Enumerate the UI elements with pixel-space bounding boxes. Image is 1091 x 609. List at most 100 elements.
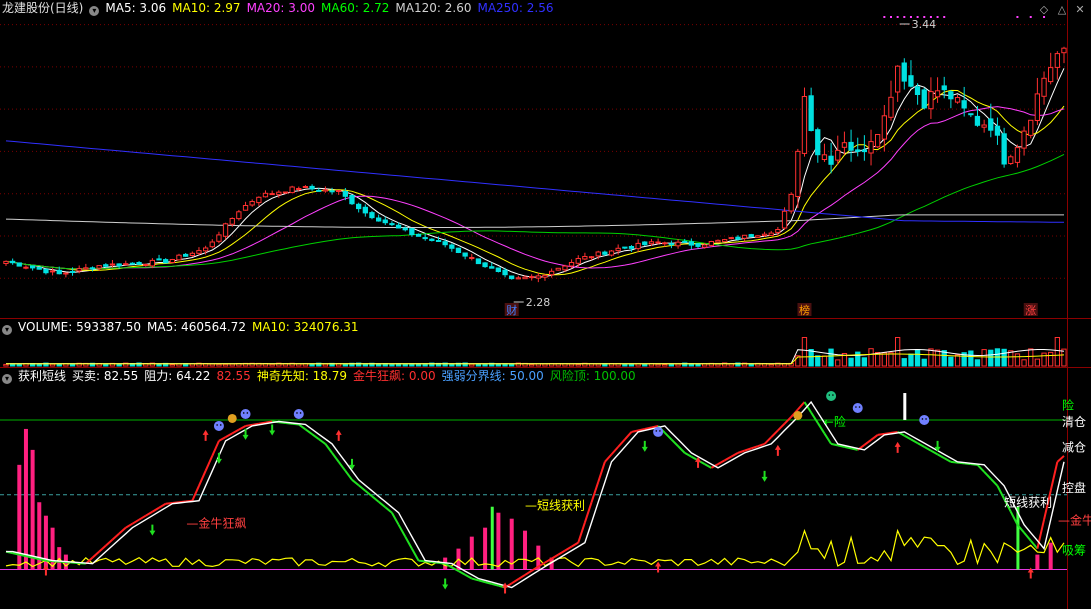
- volume-legend-item: MA10: 324076.31: [251, 320, 359, 334]
- jinniu-right-label: —金牛: [1058, 513, 1091, 528]
- candle-body: [808, 95, 814, 132]
- diamond-icon[interactable]: ◇: [1037, 4, 1051, 16]
- candle-body: [209, 241, 215, 248]
- close-icon[interactable]: ✕: [1073, 4, 1087, 16]
- candle-body: [256, 196, 262, 204]
- candle-body: [1054, 53, 1060, 68]
- face-icon: [826, 391, 837, 402]
- candle-body: [1034, 93, 1040, 122]
- reduce-position-label: 减仓: [1062, 440, 1086, 454]
- stock-chart[interactable]: 3.44 2.28 财 榜 涨 —金牛狂飙 —短线获利 短线获利 —金牛 险 ←险 清仓减仓控盘吸筹: [0, 0, 1091, 609]
- volume-legend: VOLUME: 593387.50 MA5: 460564.72 MA10: 324…: [18, 320, 365, 334]
- candle-body: [568, 262, 575, 267]
- candle-body: [934, 90, 941, 98]
- candle-body: [455, 247, 462, 253]
- volume-bar: [269, 363, 275, 367]
- candle-body: [422, 237, 428, 240]
- indicator-legend-item: 82.55: [216, 369, 251, 383]
- candle-body: [489, 266, 495, 269]
- indicator-bar: [1048, 542, 1053, 570]
- candle-body: [229, 218, 235, 225]
- ma-legend-item: MA60: 2.72: [321, 1, 390, 15]
- candle-body: [316, 189, 322, 192]
- volume-bar: [169, 364, 175, 367]
- volume-bar: [821, 355, 828, 367]
- candle-body: [555, 267, 561, 271]
- face-eye: [828, 394, 831, 396]
- indicator-panel-header: ▾ 获利短线 买卖: 82.55 阻力: 64.22 82.55 神奇先知: 18.79 金…: [2, 368, 648, 384]
- candle-body: [23, 266, 29, 269]
- volume-bar: [1048, 351, 1054, 367]
- indicator-bar: [50, 527, 55, 570]
- candle-body: [728, 237, 734, 240]
- volume-bar: [3, 363, 9, 367]
- volume-bar: [1041, 352, 1047, 367]
- up-arrow-icon[interactable]: △: [1055, 4, 1069, 16]
- volume-bar: [881, 352, 888, 367]
- accumulate-label: 吸筹: [1062, 544, 1086, 558]
- volume-bar: [828, 348, 834, 367]
- candle-body: [668, 243, 675, 246]
- risk-mid-label: ←险: [824, 414, 846, 429]
- settings-circle-icon[interactable]: ▾: [89, 6, 100, 16]
- event-dot: [943, 16, 946, 18]
- candle-body: [1001, 133, 1007, 165]
- volume-bar: [868, 348, 874, 367]
- candle-body: [515, 277, 522, 280]
- volume-bar: [1014, 353, 1021, 367]
- candle-body: [682, 240, 688, 243]
- indicator-bar: [496, 512, 501, 570]
- candle-body: [36, 266, 42, 270]
- candle-body: [449, 244, 455, 249]
- candle-body: [948, 91, 954, 100]
- candle-body: [974, 115, 981, 126]
- face-eye: [659, 430, 661, 432]
- candle-body: [608, 250, 615, 256]
- ma-legend-item: MA120: 2.60: [395, 1, 472, 15]
- candle-body: [815, 129, 821, 156]
- volume-bar: [801, 337, 808, 367]
- candle-body: [136, 262, 142, 265]
- volume-bar: [662, 364, 668, 367]
- volume-bar: [921, 358, 927, 367]
- indicator-bar: [23, 428, 28, 570]
- event-dot: [916, 16, 919, 18]
- indicator-bar: [1035, 554, 1040, 570]
- candle-body: [835, 149, 841, 161]
- indicator-settings-icon[interactable]: ▾: [2, 374, 12, 384]
- candle-body: [362, 206, 369, 214]
- candle-body: [1061, 47, 1067, 54]
- candle-body: [522, 276, 528, 280]
- candle-body: [622, 246, 628, 249]
- candle-body: [775, 229, 781, 233]
- candle-body: [149, 259, 155, 267]
- candle-body: [509, 275, 515, 280]
- candle-body: [269, 193, 275, 196]
- event-dot: [1016, 16, 1019, 18]
- indicator-legend-item: 获利短线: [18, 369, 67, 383]
- volume-bar: [402, 363, 408, 367]
- candle-body: [429, 238, 435, 241]
- buysell-segment: [418, 559, 426, 563]
- candle-body: [322, 189, 329, 192]
- candle-body: [788, 193, 794, 212]
- volume-bar: [1028, 348, 1034, 367]
- candle-body: [761, 233, 768, 236]
- volume-bar: [888, 352, 894, 367]
- candle-body: [30, 265, 36, 269]
- event-dot: [1029, 16, 1032, 18]
- indicator-legend-item: 阻力: 64.22: [144, 369, 211, 383]
- volume-bar: [1034, 358, 1040, 367]
- candle-body: [981, 124, 987, 128]
- indicator-bar: [523, 530, 528, 570]
- candle-body: [755, 235, 761, 238]
- profit-label: —短线获利: [525, 499, 585, 513]
- face-eye: [855, 406, 857, 408]
- candle-body: [176, 254, 182, 261]
- volume-bar: [342, 363, 349, 367]
- volume-settings-icon[interactable]: ▾: [2, 325, 12, 335]
- candle-body: [49, 270, 56, 273]
- candle-body: [542, 274, 548, 278]
- volume-bar: [668, 363, 675, 367]
- volume-bar: [495, 364, 502, 367]
